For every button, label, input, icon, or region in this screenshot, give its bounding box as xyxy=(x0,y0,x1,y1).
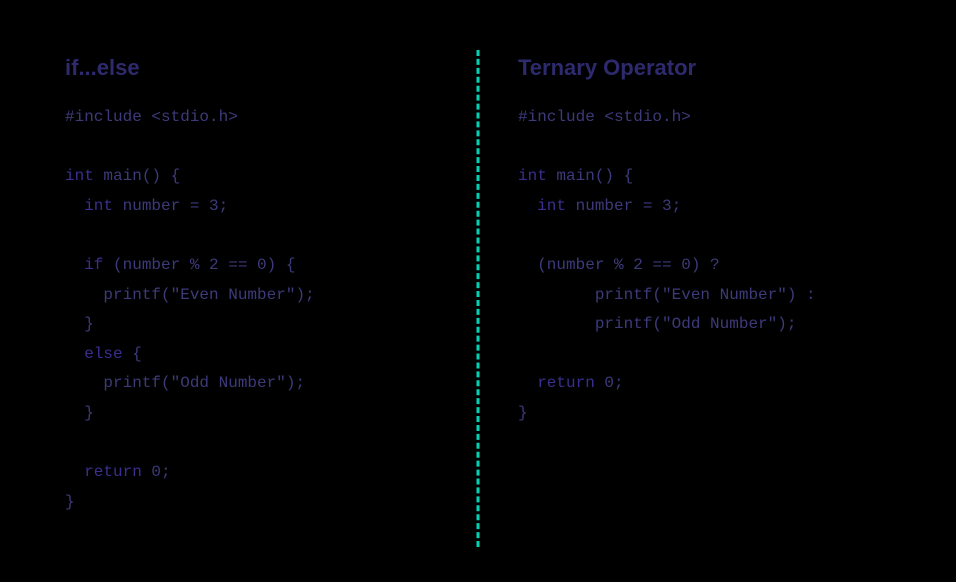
code-line: #include <stdio.h> xyxy=(65,108,238,126)
keyword: int xyxy=(65,167,94,185)
keyword: else xyxy=(65,345,123,363)
vertical-divider xyxy=(477,50,480,547)
code-line: printf("Even Number") : xyxy=(518,286,816,304)
code-line: #include <stdio.h> xyxy=(518,108,691,126)
keyword: int xyxy=(65,197,113,215)
title-ternary: Ternary Operator xyxy=(518,55,891,81)
keyword: return xyxy=(518,374,595,392)
code-text: number = 3; xyxy=(566,197,681,215)
code-line: } xyxy=(518,404,528,422)
code-text: number = 3; xyxy=(113,197,228,215)
code-line: (number % 2 == 0) ? xyxy=(518,256,720,274)
code-text: (number % 2 == 0) { xyxy=(103,256,295,274)
code-text: main() { xyxy=(94,167,180,185)
keyword: int xyxy=(518,197,566,215)
code-if-else: #include <stdio.h> int main() { int numb… xyxy=(65,103,438,517)
code-ternary: #include <stdio.h> int main() { int numb… xyxy=(518,103,891,429)
code-line: printf("Odd Number"); xyxy=(65,374,305,392)
code-line: } xyxy=(65,493,75,511)
keyword: if xyxy=(65,256,103,274)
code-text: { xyxy=(123,345,142,363)
code-line: printf("Even Number"); xyxy=(65,286,315,304)
code-text: 0; xyxy=(595,374,624,392)
keyword: int xyxy=(518,167,547,185)
code-line: } xyxy=(65,315,94,333)
keyword: return xyxy=(65,463,142,481)
code-line: printf("Odd Number"); xyxy=(518,315,796,333)
title-if-else: if...else xyxy=(65,55,438,81)
code-line: } xyxy=(65,404,94,422)
code-text: main() { xyxy=(547,167,633,185)
panel-ternary: Ternary Operator #include <stdio.h> int … xyxy=(478,55,891,527)
panel-if-else: if...else #include <stdio.h> int main() … xyxy=(65,55,478,527)
code-text: 0; xyxy=(142,463,171,481)
